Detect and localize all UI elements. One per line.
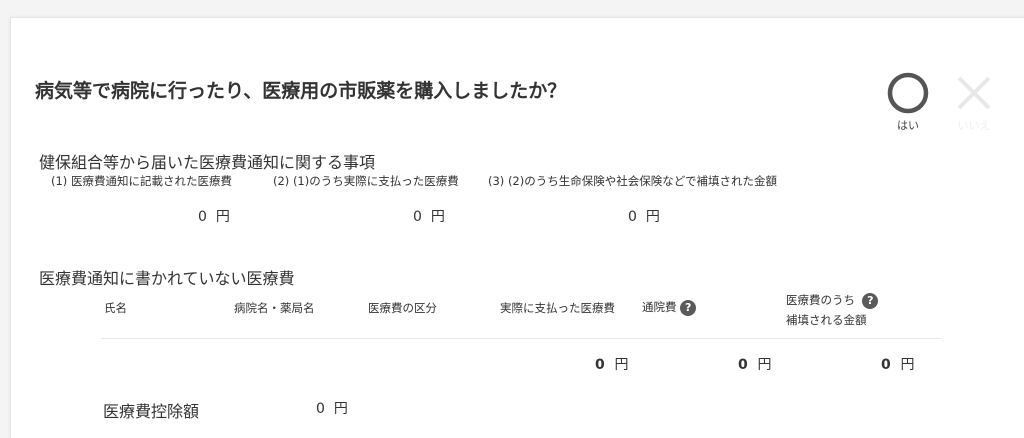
col-header-hospital: 病院名・薬局名 <box>234 301 315 315</box>
col-header-covered: 医療費のうち ? 補填される金額 <box>786 290 879 330</box>
yen-unit: 円 <box>900 357 915 373</box>
amount-value: 0 <box>413 209 422 225</box>
amount-value: 0 <box>198 209 207 225</box>
total-paid-amount: 0 円 <box>595 354 629 374</box>
col-header-covered-line2: 補填される金額 <box>786 313 867 327</box>
question-mark-icon[interactable]: ? <box>862 292 879 309</box>
circle-icon <box>887 72 929 114</box>
table-divider <box>101 338 941 339</box>
question-mark-icon[interactable]: ? <box>680 299 697 316</box>
insurer-notice-title: 健保組合等から届いた医療費通知に関する事項 <box>39 153 376 172</box>
yen-unit: 円 <box>430 209 445 225</box>
yen-unit: 円 <box>757 357 772 373</box>
medical-expense-card: 病気等で病院に行ったり、医療用の市販薬を購入しましたか？ はい いいえ 健保組合… <box>10 17 1024 438</box>
cross-icon <box>957 76 991 110</box>
amount-value: 0 <box>316 401 325 417</box>
yen-unit: 円 <box>215 209 230 225</box>
yen-unit: 円 <box>614 357 629 373</box>
notice-col-3-label: (3) (2)のうち生命保険や社会保険などで補填された金額 <box>488 174 778 188</box>
yes-label: はい <box>897 119 919 132</box>
notice-col-2-amount[interactable]: 0 円 <box>413 206 445 226</box>
other-expenses-title: 医療費通知に書かれていない医療費 <box>39 269 295 288</box>
amount-value: 0 <box>595 357 605 373</box>
col-header-paid: 実際に支払った医療費 <box>500 301 615 315</box>
amount-value: 0 <box>881 357 891 373</box>
col-header-category: 医療費の区分 <box>368 301 437 315</box>
total-covered-amount: 0 円 <box>881 354 915 374</box>
col-header-transport: 通院費 ? <box>642 299 697 316</box>
amount-value: 0 <box>628 209 637 225</box>
no-button[interactable]: いいえ <box>949 70 999 133</box>
notice-col-2-label: (2) (1)のうち実際に支払った医療費 <box>273 174 459 188</box>
col-header-transport-label: 通院費 <box>642 300 677 314</box>
notice-col-3-amount[interactable]: 0 円 <box>628 206 660 226</box>
notice-col-1-label: (1) 医療費通知に記載された医療費 <box>51 174 232 188</box>
question-title: 病気等で病院に行ったり、医療用の市販薬を購入しましたか？ <box>35 80 567 102</box>
total-transport-amount: 0 円 <box>738 354 772 374</box>
yen-unit: 円 <box>645 209 660 225</box>
deduction-amount: 0 円 <box>316 398 348 418</box>
yen-unit: 円 <box>333 401 348 417</box>
col-header-covered-line1: 医療費のうち <box>786 293 855 307</box>
amount-value: 0 <box>738 357 748 373</box>
deduction-label: 医療費控除額 <box>103 402 200 421</box>
yes-button[interactable]: はい <box>883 70 933 133</box>
no-label: いいえ <box>957 119 991 132</box>
notice-col-1-amount[interactable]: 0 円 <box>198 206 230 226</box>
col-header-name: 氏名 <box>104 301 127 315</box>
